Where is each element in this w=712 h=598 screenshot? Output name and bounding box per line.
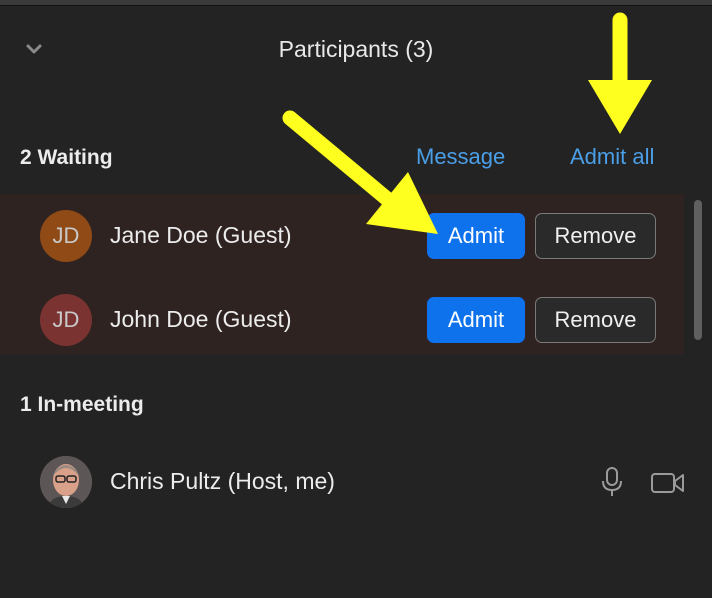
waiting-scrollbar[interactable] (690, 196, 706, 344)
participant-name: Jane Doe (Guest) (110, 222, 292, 248)
waiting-list: JD Jane Doe (Guest) Admit Remove JD John… (0, 194, 684, 354)
in-meeting-heading: 1 In-meeting (20, 393, 144, 416)
admit-button[interactable]: Admit (427, 297, 525, 343)
participant-name: Chris Pultz (Host, me) (110, 468, 335, 494)
microphone-icon[interactable] (600, 466, 624, 498)
admit-all-link[interactable]: Admit all (570, 144, 654, 170)
remove-button[interactable]: Remove (535, 297, 656, 343)
panel-title: Participants (3) (278, 36, 434, 62)
avatar: JD (40, 294, 92, 346)
remove-button[interactable]: Remove (535, 213, 656, 259)
waiting-heading: 2 Waiting (20, 146, 113, 169)
avatar: JD (40, 210, 92, 262)
waiting-row-jane: JD Jane Doe (Guest) Admit Remove (0, 194, 684, 274)
admit-button[interactable]: Admit (427, 213, 525, 259)
waiting-row-john: JD John Doe (Guest) Admit Remove (0, 274, 684, 354)
message-link[interactable]: Message (416, 144, 505, 170)
video-camera-icon[interactable] (650, 470, 686, 496)
panel-header: Participants (3) (0, 6, 712, 96)
host-avatar (40, 456, 92, 508)
participant-name: John Doe (Guest) (110, 306, 292, 332)
scrollbar-thumb[interactable] (694, 200, 702, 340)
